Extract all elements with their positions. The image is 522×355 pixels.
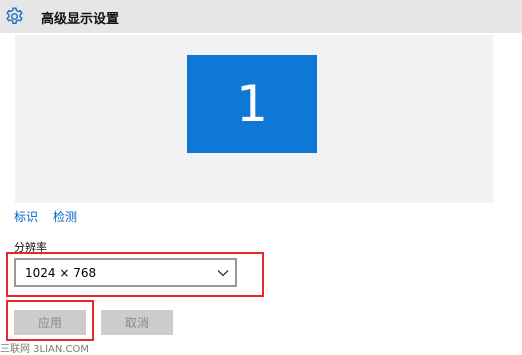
monitor-number: 1 bbox=[236, 75, 268, 133]
watermark: 三联网 3LIAN.COM bbox=[0, 344, 90, 355]
identify-link[interactable]: 标识 bbox=[14, 208, 38, 225]
resolution-highlight-box bbox=[6, 252, 264, 297]
gear-icon bbox=[6, 7, 23, 25]
cancel-button[interactable]: 取消 bbox=[101, 310, 173, 335]
apply-highlight-box bbox=[6, 300, 94, 341]
detect-link[interactable]: 检测 bbox=[53, 208, 77, 225]
monitor-1-tile[interactable]: 1 bbox=[187, 55, 317, 153]
window-title: 高级显示设置 bbox=[41, 12, 120, 27]
title-bar: 高级显示设置 bbox=[0, 0, 522, 33]
